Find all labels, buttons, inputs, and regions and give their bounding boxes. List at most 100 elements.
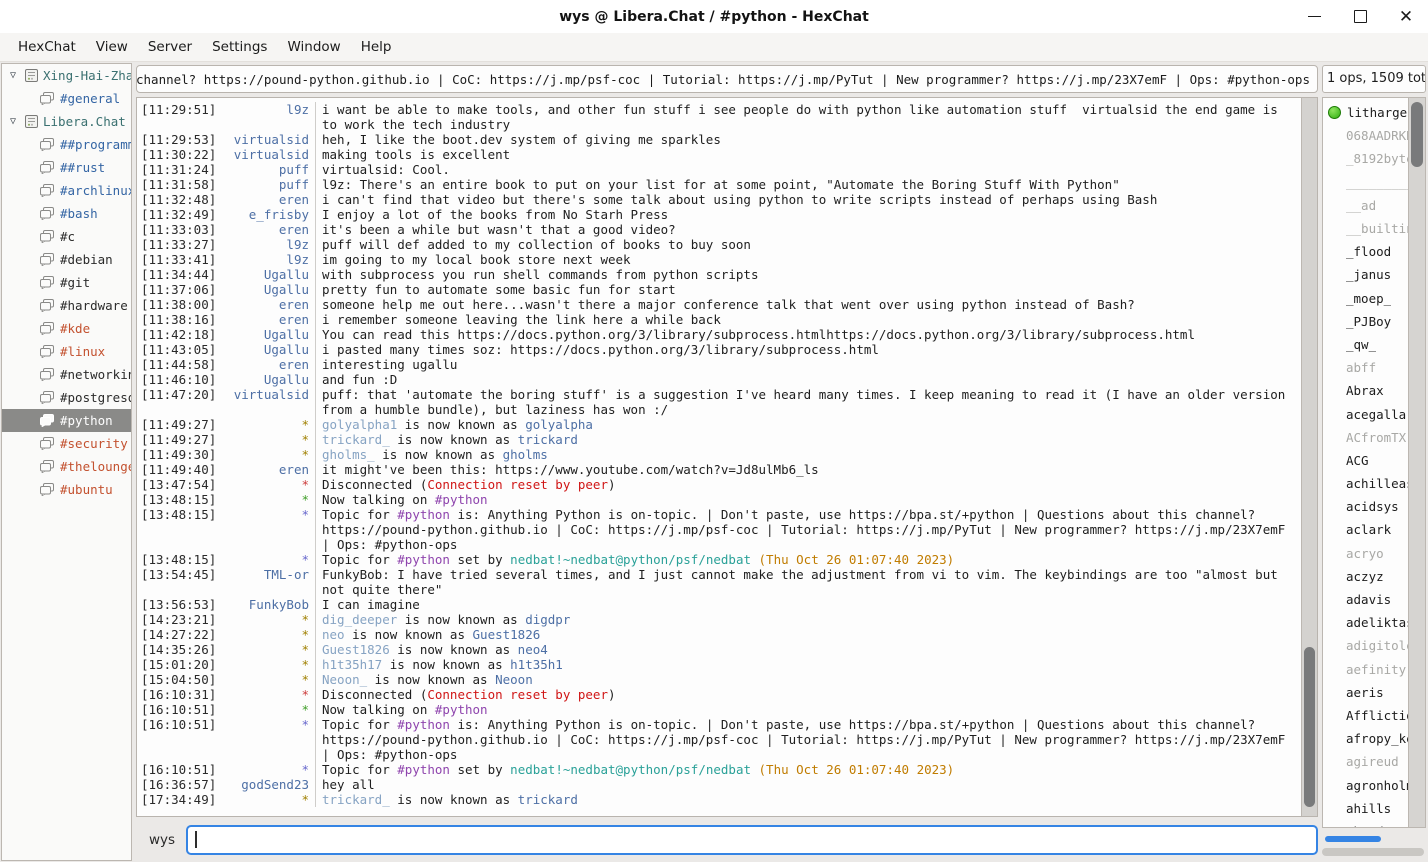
bottom-scroll-track[interactable] [1322, 848, 1424, 856]
channel-name: #linux [60, 344, 105, 359]
message-text: Topic for #python set by nedbat!~nedbat@… [315, 762, 1301, 777]
userlist-item[interactable]: aczyz [1323, 565, 1408, 588]
chat-message: [11:49:27]*golyalpha1 is now known as go… [141, 417, 1301, 432]
message-text: trickard_ is now known as trickard [315, 432, 1301, 447]
message-segment: #python [435, 492, 488, 507]
userlist-hscrollbar[interactable] [1322, 836, 1424, 843]
sidebar-item-python[interactable]: #python [2, 409, 131, 432]
sidebar-item-kde[interactable]: #kde [2, 317, 131, 340]
chat-message: [11:31:24]puffvirtualsid: Cool. [141, 162, 1301, 177]
message-segment: trickard_ [322, 432, 390, 447]
message-input[interactable] [186, 825, 1318, 855]
sidebar-item-linux[interactable]: #linux [2, 340, 131, 363]
userlist-item[interactable]: afropy_ke [1323, 727, 1408, 750]
message-segment: #python [435, 702, 488, 717]
menu-settings[interactable]: Settings [202, 33, 277, 61]
userlist-item[interactable]: _8192byte [1323, 147, 1408, 170]
userlist-item[interactable]: acidsys [1323, 495, 1408, 518]
userlist-item[interactable]: _qw_ [1323, 333, 1408, 356]
userlist-item[interactable]: adigitole [1323, 634, 1408, 657]
user-nick: acegalla- [1346, 407, 1408, 422]
userlist-item[interactable]: ACG [1323, 449, 1408, 472]
userlist-item[interactable]: aclark [1323, 518, 1408, 541]
sidebar-item-hardware[interactable]: #hardware [2, 294, 131, 317]
userlist-scrollbar-thumb[interactable] [1411, 102, 1423, 168]
channel-name: #ubuntu [60, 482, 113, 497]
expander-icon[interactable]: ▽ [6, 70, 20, 81]
userlist-item[interactable]: acryo [1323, 542, 1408, 565]
sidebar-item-rust[interactable]: ##rust [2, 156, 131, 179]
sidebar-item-ubuntu[interactable]: #ubuntu [2, 478, 131, 501]
server-row[interactable]: ▽Xing-Hai-Zhan [2, 64, 131, 87]
message-segment: ) [608, 477, 616, 492]
channel-icon [39, 414, 55, 427]
sidebar-item-debian[interactable]: #debian [2, 248, 131, 271]
userlist-item[interactable]: litharge [1323, 101, 1408, 124]
userlist-item[interactable]: 068AADRKN [1323, 124, 1408, 147]
userlist-item[interactable]: AhmedAmer [1323, 820, 1408, 828]
message-timestamp: [16:10:51] [141, 717, 219, 732]
menu-view[interactable]: View [86, 33, 138, 61]
chat-scrollbar[interactable] [1301, 98, 1317, 816]
chat-message: [11:32:48]ereni can't find that video bu… [141, 192, 1301, 207]
channel-icon [39, 322, 55, 335]
maximize-button[interactable] [1352, 9, 1368, 25]
userlist-item[interactable]: _________ [1323, 171, 1408, 194]
server-row[interactable]: ▽Libera.Chat [2, 110, 131, 133]
menu-help[interactable]: Help [351, 33, 402, 61]
message-timestamp: [11:33:27] [141, 237, 219, 252]
userlist-item[interactable]: _janus [1323, 263, 1408, 286]
userlist-item[interactable]: agronholm [1323, 773, 1408, 796]
topic-bar[interactable]: Anything Python is on-topic. | Don't pas… [136, 65, 1318, 93]
sidebar-item-postgresql[interactable]: #postgresql [2, 386, 131, 409]
message-timestamp: [11:49:27] [141, 417, 219, 432]
expander-icon[interactable]: ▽ [6, 116, 20, 127]
chat-scrollbar-thumb[interactable] [1304, 647, 1315, 808]
userlist-item[interactable]: _moep_ [1323, 287, 1408, 310]
userlist-item[interactable]: agireud [1323, 750, 1408, 773]
message-timestamp: [11:49:30] [141, 447, 219, 462]
userlist-item[interactable]: Abrax [1323, 379, 1408, 402]
userlist-item[interactable]: __ad [1323, 194, 1408, 217]
userlist-item[interactable]: __builtin [1323, 217, 1408, 240]
userlist-item[interactable]: adavis [1323, 588, 1408, 611]
userlist-item[interactable]: aefinity [1323, 658, 1408, 681]
channel-icon [39, 391, 55, 404]
message-timestamp: [11:32:49] [141, 207, 219, 222]
sidebar-item-security[interactable]: #security [2, 432, 131, 455]
message-nick: eren [219, 312, 315, 327]
userlist-item[interactable]: achilleas [1323, 472, 1408, 495]
menu-hexchat[interactable]: HexChat [8, 33, 86, 61]
userlist-item[interactable]: ACfromTX [1323, 426, 1408, 449]
sidebar-item-general[interactable]: #general [2, 87, 131, 110]
message-timestamp: [13:47:54] [141, 477, 219, 492]
close-button[interactable]: ✕ [1398, 9, 1414, 25]
message-segment: gholms [503, 447, 548, 462]
userlist-item[interactable]: abff [1323, 356, 1408, 379]
minimize-button[interactable] [1306, 9, 1322, 25]
userlist-hscrollbar-thumb[interactable] [1325, 836, 1381, 842]
sidebar-item-git[interactable]: #git [2, 271, 131, 294]
userlist-scrollbar[interactable] [1409, 97, 1426, 828]
sidebar-item-programming[interactable]: ##programming [2, 133, 131, 156]
sidebar-item-thelounge[interactable]: #thelounge [2, 455, 131, 478]
user-nick: _8192byte [1346, 151, 1408, 166]
sidebar-item-archlinux[interactable]: #archlinux [2, 179, 131, 202]
message-segment: Neoon [495, 672, 533, 687]
userlist-item[interactable]: acegalla- [1323, 402, 1408, 425]
userlist-item[interactable]: aeris [1323, 681, 1408, 704]
userlist-item[interactable]: _flood [1323, 240, 1408, 263]
userlist-item[interactable]: ahills [1323, 797, 1408, 820]
menu-window[interactable]: Window [277, 33, 350, 61]
chat-message: [11:33:27]l9zpuff will def added to my c… [141, 237, 1301, 252]
userlist-item[interactable]: adeliktas [1323, 611, 1408, 634]
channel-icon [39, 138, 55, 151]
message-timestamp: [14:27:22] [141, 627, 219, 642]
menu-server[interactable]: Server [138, 33, 202, 61]
userlist-item[interactable]: _PJBoy [1323, 310, 1408, 333]
user-nick: ACfromTX [1346, 430, 1406, 445]
sidebar-item-bash[interactable]: #bash [2, 202, 131, 225]
sidebar-item-networking[interactable]: #networking [2, 363, 131, 386]
userlist-item[interactable]: Afflictio [1323, 704, 1408, 727]
sidebar-item-c[interactable]: #c [2, 225, 131, 248]
